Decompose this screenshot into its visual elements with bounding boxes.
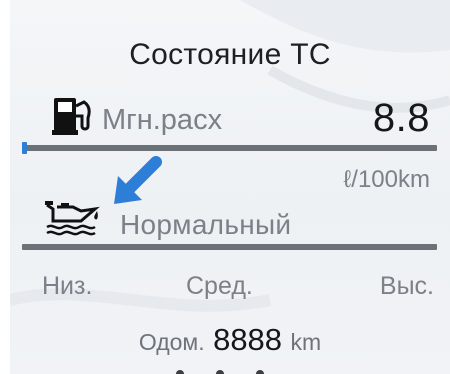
scale-low-label: Низ. xyxy=(42,272,93,300)
odometer-value: 8888 xyxy=(213,322,283,357)
fuel-pump-icon xyxy=(52,98,91,135)
page-dot[interactable] xyxy=(176,370,184,374)
scale-mid-label: Сред. xyxy=(186,272,253,300)
page-title: Состояние ТС xyxy=(129,38,331,71)
instant-consumption-value: 8.8 xyxy=(372,96,430,140)
odometer-label: Одом. xyxy=(138,329,205,355)
consumption-unit: ℓ/100km xyxy=(343,166,430,193)
oil-status-label: Нормальный xyxy=(120,209,292,240)
consumption-bar-fill xyxy=(22,142,27,154)
page-dot[interactable] xyxy=(216,370,224,374)
instant-consumption-label: Мгн.расх xyxy=(102,104,223,136)
arrow-down-left-icon xyxy=(114,156,162,204)
odometer: Одом. 8888 km xyxy=(10,322,450,358)
consumption-bar xyxy=(22,142,437,154)
oil-level-bar xyxy=(22,244,437,250)
vehicle-status-screen: Состояние ТС Мгн.расх 8.8 ℓ/100km Нормал… xyxy=(10,0,450,374)
page-indicator[interactable] xyxy=(150,368,300,374)
oil-can-icon xyxy=(45,201,100,236)
page-dot[interactable] xyxy=(256,370,264,374)
odometer-unit: km xyxy=(290,329,322,355)
scale-high-label: Выс. xyxy=(379,272,434,300)
